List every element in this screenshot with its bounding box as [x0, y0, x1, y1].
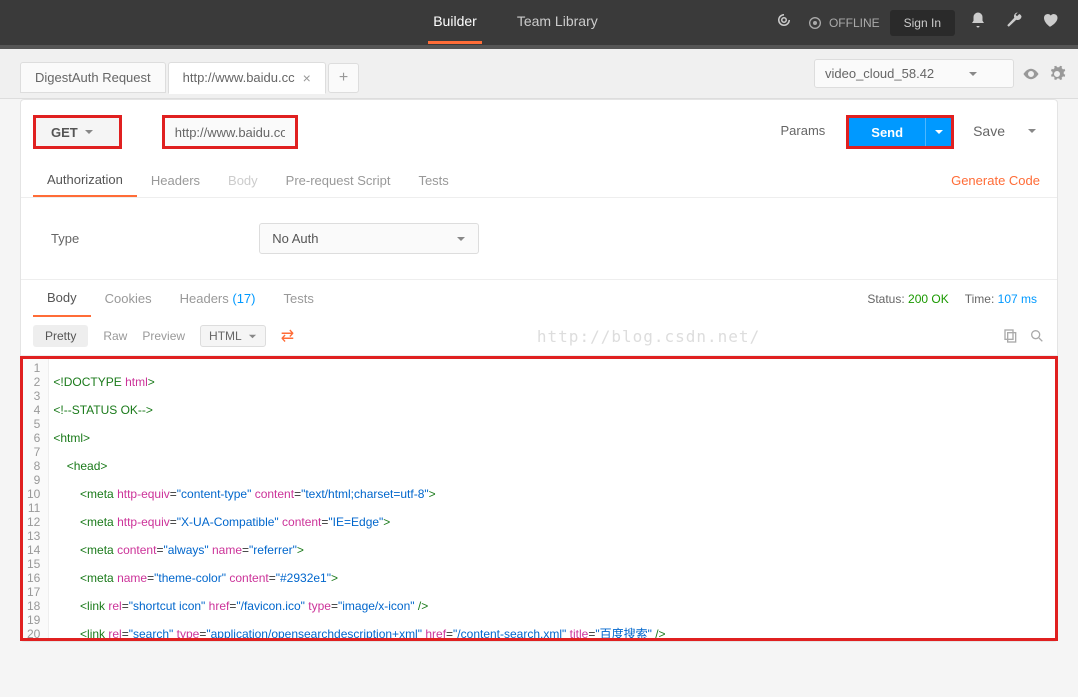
rtab-prerequest[interactable]: Pre-request Script: [272, 165, 405, 196]
bell-icon[interactable]: [965, 7, 991, 38]
url-input[interactable]: [165, 118, 295, 146]
rtab-headers[interactable]: Headers: [137, 165, 214, 196]
top-toolbar: Builder Team Library OFFLINE Sign In: [0, 0, 1078, 45]
auth-type-select[interactable]: No Auth: [259, 223, 479, 254]
search-icon[interactable]: [1029, 328, 1045, 344]
rtab-authorization[interactable]: Authorization: [33, 164, 137, 197]
view-raw[interactable]: Raw: [103, 329, 127, 343]
generate-code-link[interactable]: Generate Code: [946, 165, 1045, 196]
auth-type-label: Type: [51, 231, 79, 246]
heart-icon[interactable]: [1037, 7, 1063, 38]
wrap-icon[interactable]: ⇄: [281, 326, 294, 346]
response-body[interactable]: 123456789101112131415161718192021 <!DOCT…: [20, 356, 1058, 641]
params-button[interactable]: Params: [764, 115, 841, 149]
tab-team-library[interactable]: Team Library: [512, 1, 603, 44]
workspace-bar: DigestAuth Request http://www.baidu.cc× …: [0, 49, 1078, 99]
response-time: Time: 107 ms: [957, 292, 1045, 306]
method-select[interactable]: GET: [33, 115, 122, 149]
gear-icon[interactable]: [1048, 65, 1066, 83]
signin-button[interactable]: Sign In: [890, 10, 955, 36]
view-pretty[interactable]: Pretty: [33, 325, 88, 347]
watermark-text: http://blog.csdn.net/: [309, 327, 988, 346]
offline-label: OFFLINE: [829, 16, 880, 30]
save-dropdown[interactable]: [1019, 115, 1045, 149]
send-dropdown[interactable]: [925, 118, 951, 146]
response-status: Status: 200 OK: [859, 292, 956, 306]
tab-builder[interactable]: Builder: [428, 1, 482, 44]
resp-tab-body[interactable]: Body: [33, 280, 91, 317]
environment-select[interactable]: video_cloud_58.42: [814, 59, 1014, 88]
format-select[interactable]: HTML: [200, 325, 266, 347]
offline-badge: OFFLINE: [807, 15, 880, 31]
resp-tab-headers[interactable]: Headers (17): [166, 281, 270, 316]
add-tab-button[interactable]: +: [328, 63, 359, 93]
request-tab-1[interactable]: http://www.baidu.cc×: [168, 62, 326, 94]
view-preview[interactable]: Preview: [142, 329, 185, 343]
eye-icon[interactable]: [1022, 65, 1040, 83]
request-tab-0[interactable]: DigestAuth Request: [20, 62, 166, 93]
resp-tab-tests[interactable]: Tests: [270, 281, 328, 316]
close-icon[interactable]: ×: [303, 70, 311, 86]
request-panel: GET Params Send Save Authorization Heade…: [20, 99, 1058, 642]
rtab-tests[interactable]: Tests: [404, 165, 462, 196]
send-button[interactable]: Send: [849, 118, 925, 146]
copy-icon[interactable]: [1003, 328, 1019, 344]
resp-tab-cookies[interactable]: Cookies: [91, 281, 166, 316]
rtab-body[interactable]: Body: [214, 165, 272, 196]
wrench-icon[interactable]: [1001, 7, 1027, 38]
sync-icon[interactable]: [771, 7, 797, 38]
save-button[interactable]: Save: [959, 115, 1019, 149]
